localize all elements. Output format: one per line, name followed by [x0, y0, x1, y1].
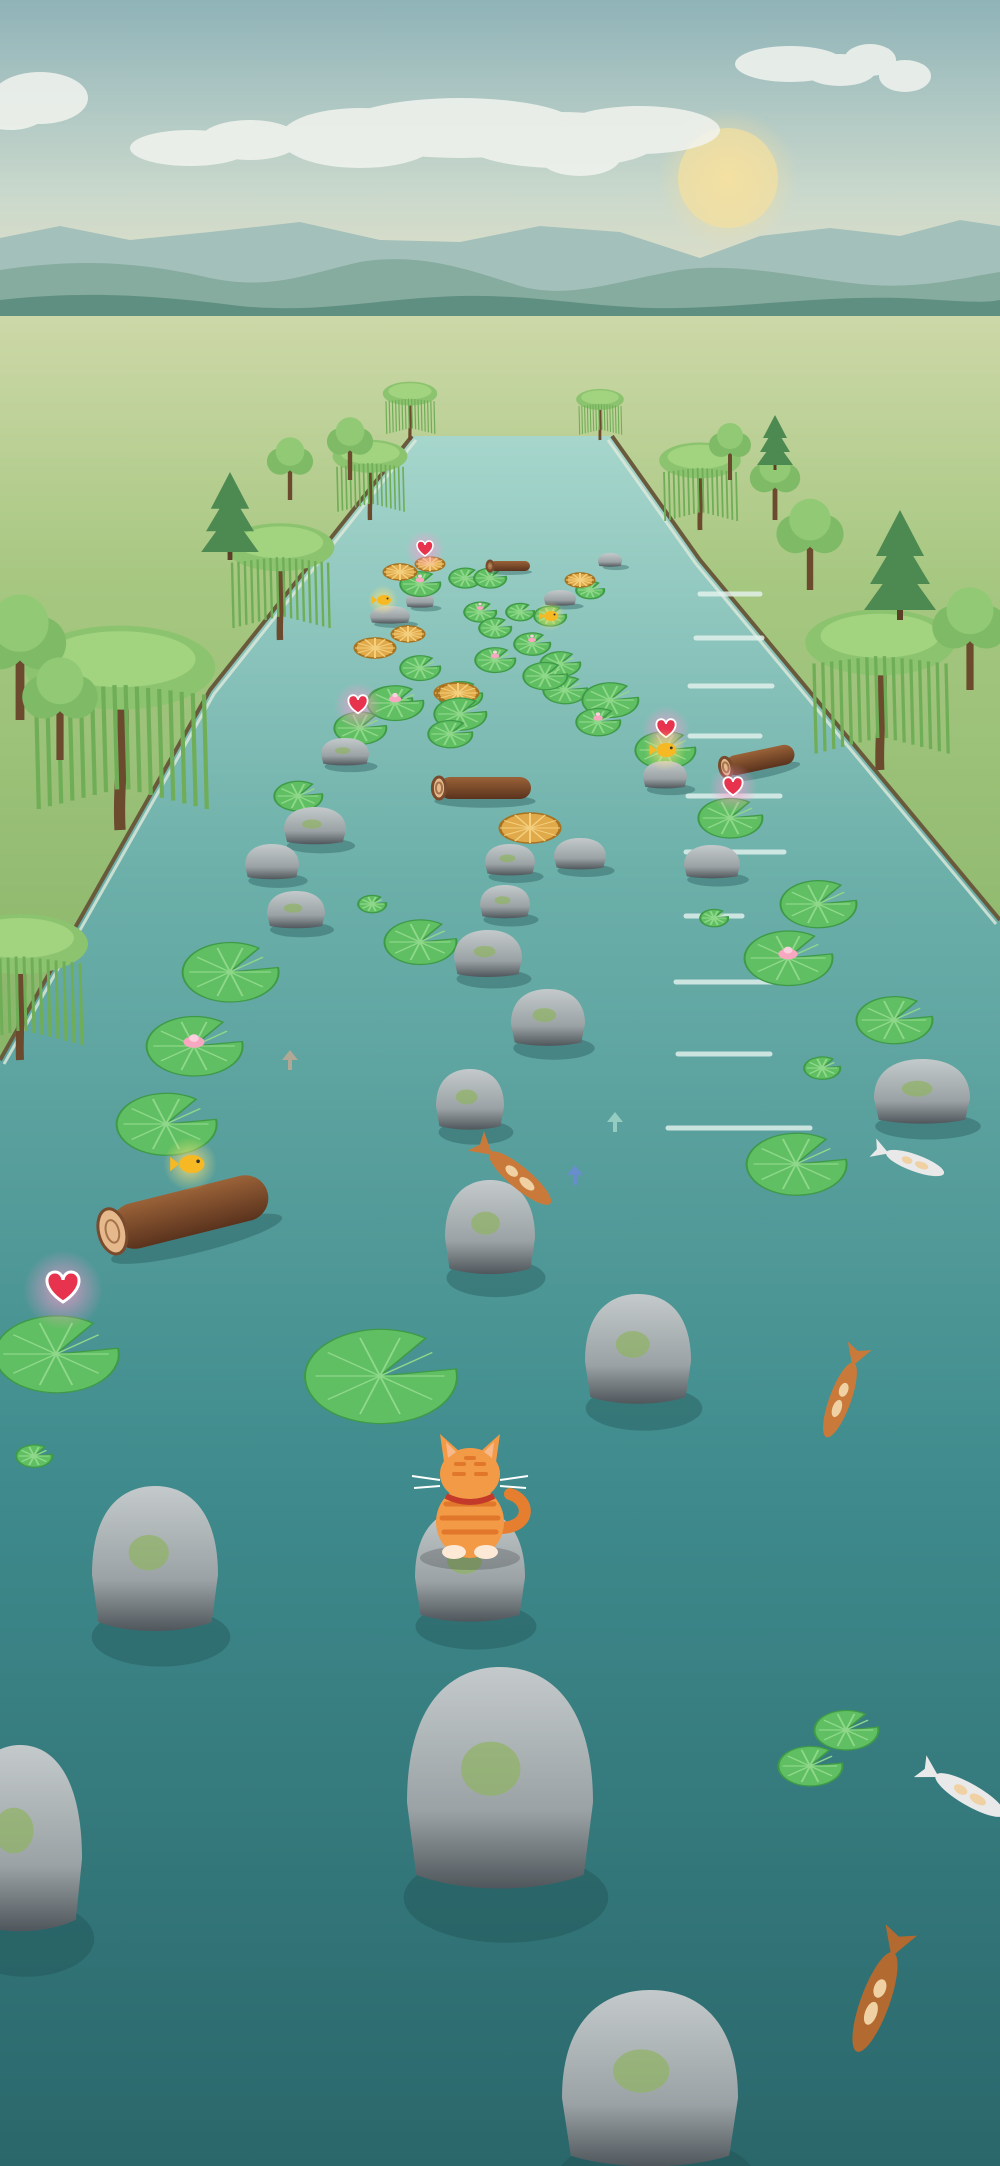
golden-lily-pad[interactable]	[353, 637, 397, 659]
golden-lily-pad[interactable]	[498, 812, 562, 844]
goldfish-icon[interactable]	[368, 585, 398, 615]
floating-log[interactable]	[430, 775, 536, 808]
goldfish-icon[interactable]	[535, 601, 565, 631]
golden-lily-pad[interactable]	[564, 572, 596, 588]
heart-icon[interactable]	[23, 1250, 103, 1330]
game-scene[interactable]	[0, 0, 1000, 2166]
golden-lily-pad[interactable]	[382, 563, 418, 581]
heart-icon[interactable]	[709, 764, 757, 812]
golden-lily-pad[interactable]	[390, 625, 426, 643]
goldfish-icon[interactable]	[163, 1137, 217, 1191]
heart-icon[interactable]	[405, 530, 445, 570]
floating-log[interactable]	[485, 559, 532, 575]
goldfish-icon[interactable]	[644, 729, 686, 771]
heart-icon[interactable]	[334, 682, 382, 730]
